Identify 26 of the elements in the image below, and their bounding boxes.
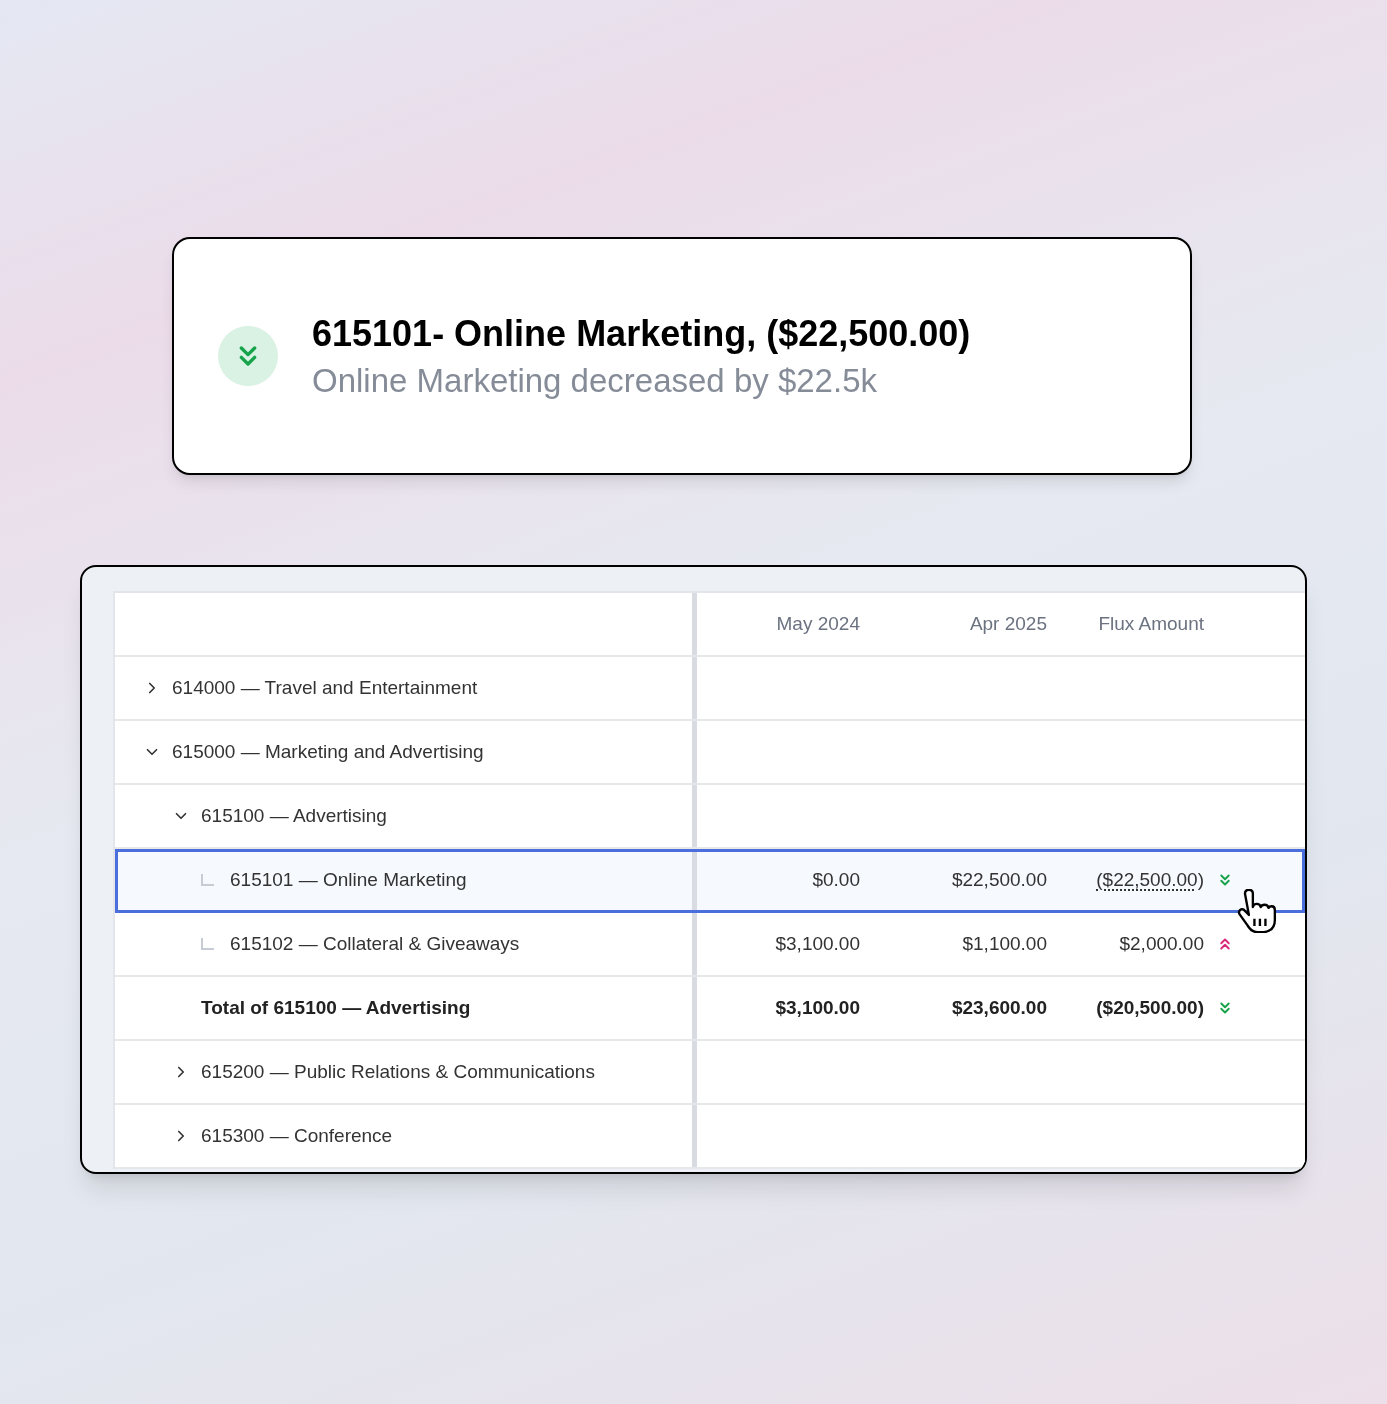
account-label: 615200 — Public Relations & Communications [201,1059,595,1084]
column-header: Flux Amount [1098,611,1204,636]
account-label: 615000 — Marketing and Advertising [172,739,484,764]
alert-subtitle: Online Marketing decreased by $22.5k [312,360,878,401]
amount-text: ($20,500.00) [1096,995,1204,1020]
amount-text: $2,000.00 [1119,931,1204,956]
alert-title: 615101- Online Marketing, ($22,500.00) [312,311,971,356]
tree-branch-icon [201,874,214,886]
account-label: 614000 — Travel and Entertainment [172,675,478,700]
flux-amount-link[interactable]: ($22,500.00) [1096,865,1204,895]
tree-branch-icon [201,938,214,950]
column-header: May 2024 [776,611,860,636]
table-row[interactable]: 615102 — Collateral & Giveaways $3,100.00 $1,100.00 $2,000.00 [115,913,1305,977]
account-label: 615300 — Conference [201,1123,393,1148]
account-label: 615100 — Advertising [201,803,387,828]
amount-text: $22,500.00 [951,867,1047,892]
amount-text: $3,100.00 [775,931,860,956]
amount-text: $3,100.00 [775,995,860,1020]
account-label: Total of 615100 — Advertising [201,995,471,1020]
account-label: 615102 — Collateral & Giveaways [230,931,520,956]
column-header: Apr 2025 [969,611,1047,636]
account-label: 615101 — Online Marketing [230,867,467,892]
amount-text: $0.00 [812,867,860,892]
amount-text: $1,100.00 [962,931,1047,956]
selected-row[interactable]: 615101 — Online Marketing $0.00 $22,500.00 ($22,500.00) [115,849,1305,913]
amount-text: $23,600.00 [951,995,1047,1020]
